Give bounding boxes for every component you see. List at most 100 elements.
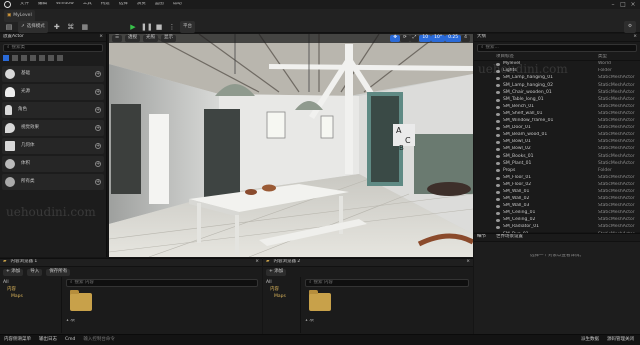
close-icon[interactable]: × bbox=[633, 35, 637, 40]
more-icon[interactable]: ⋮ bbox=[167, 22, 177, 32]
place-item-all-classes[interactable]: 所有类 + bbox=[2, 174, 104, 190]
menu-item-edit[interactable]: 编辑 bbox=[38, 2, 47, 7]
menu-item-build[interactable]: 构建 bbox=[101, 2, 110, 7]
scale-snap-value[interactable]: 0.25 bbox=[445, 35, 462, 42]
outliner-search-input[interactable]: ⌕ 搜索... bbox=[477, 44, 637, 52]
all-classes-icon[interactable] bbox=[57, 55, 63, 61]
add-icon[interactable]: + bbox=[95, 107, 101, 113]
visibility-eye-icon[interactable] bbox=[496, 212, 500, 216]
tree-item[interactable]: Maps bbox=[3, 293, 58, 300]
outliner-row[interactable]: SM_Wall_03 StaticMeshActor bbox=[474, 203, 640, 210]
place-item-volumes[interactable]: 体积 + bbox=[2, 156, 104, 172]
tab-world-settings[interactable]: 世界场景设置 bbox=[496, 235, 523, 240]
search-input[interactable]: ⌕ 搜索类 bbox=[3, 44, 103, 52]
rotation-snap-value[interactable]: 10° bbox=[431, 35, 446, 42]
lights-icon[interactable] bbox=[21, 55, 27, 61]
menu-item-select[interactable]: 选择 bbox=[119, 2, 128, 7]
visibility-eye-icon[interactable] bbox=[496, 119, 500, 123]
source-control-button[interactable]: 源码管理关闭 bbox=[607, 337, 634, 343]
visibility-eye-icon[interactable] bbox=[496, 169, 500, 173]
add-icon[interactable]: + bbox=[95, 143, 101, 149]
output-log-button[interactable]: 输出日志 bbox=[39, 337, 57, 343]
outliner-row[interactable]: SM_Plant_01 StaticMeshActor bbox=[474, 160, 640, 167]
translate-icon[interactable]: ✥ bbox=[390, 35, 400, 42]
visibility-eye-icon[interactable] bbox=[496, 197, 500, 201]
camera-speed-value[interactable]: 4 bbox=[461, 35, 470, 42]
cb1-tab[interactable]: 内容浏览器 1 bbox=[10, 260, 37, 265]
visibility-eye-icon[interactable] bbox=[496, 98, 500, 102]
menu-item-help[interactable]: 帮助 bbox=[173, 2, 182, 7]
outliner-row[interactable]: Props Folder bbox=[474, 167, 640, 174]
menu-item-file[interactable]: 文件 bbox=[20, 2, 29, 7]
visibility-eye-icon[interactable] bbox=[496, 155, 500, 159]
menu-item-actor[interactable]: 演员 bbox=[137, 2, 146, 7]
place-item-basic[interactable]: 基础 + bbox=[2, 66, 104, 82]
tree-item[interactable]: All bbox=[3, 279, 58, 286]
visibility-eye-icon[interactable] bbox=[496, 91, 500, 95]
content-folder-icon[interactable] bbox=[70, 290, 92, 311]
menu-item-window[interactable]: Window bbox=[56, 2, 74, 7]
scale-icon[interactable]: ⤢ bbox=[409, 35, 420, 42]
outliner-row[interactable]: SM_Floor_02 StaticMeshActor bbox=[474, 182, 640, 189]
cb2-search-input[interactable]: ⌕ 搜索 内容 bbox=[305, 279, 469, 287]
menu-item-blueprint[interactable]: 蓝图 bbox=[155, 2, 164, 7]
add-icon[interactable]: + bbox=[95, 71, 101, 77]
outliner-row[interactable]: SM_Radiator_01 StaticMeshActor bbox=[474, 224, 640, 231]
stop-icon[interactable]: ■ bbox=[154, 22, 164, 32]
place-item-geometry[interactable]: 几何体 + bbox=[2, 138, 104, 154]
outliner-row[interactable]: SM_Ceiling_02 StaticMeshActor bbox=[474, 217, 640, 224]
platforms-button[interactable]: 平台 bbox=[180, 21, 195, 33]
visibility-eye-icon[interactable] bbox=[496, 126, 500, 130]
outliner-row[interactable]: SM_Door_01 StaticMeshActor bbox=[474, 125, 640, 132]
settings-button[interactable]: ⚙ bbox=[624, 21, 636, 33]
close-icon[interactable]: × bbox=[255, 260, 259, 265]
visibility-eye-icon[interactable] bbox=[496, 183, 500, 187]
outliner-row[interactable]: SM_Lamp_hanging_01 StaticMeshActor bbox=[474, 75, 640, 82]
minimize-icon[interactable]: – bbox=[608, 0, 618, 9]
add-icon[interactable]: + bbox=[95, 125, 101, 131]
add-icon[interactable]: + bbox=[95, 161, 101, 167]
outliner-row[interactable]: SM_Beam_wood_01 StaticMeshActor bbox=[474, 132, 640, 139]
tree-item[interactable]: All bbox=[266, 279, 297, 286]
place-item-lights[interactable]: 光源 + bbox=[2, 84, 104, 100]
fx-icon[interactable] bbox=[39, 55, 45, 61]
visibility-eye-icon[interactable] bbox=[496, 105, 500, 109]
outliner-row[interactable]: SM_Wall_01 StaticMeshActor bbox=[474, 189, 640, 196]
visibility-eye-icon[interactable] bbox=[496, 77, 500, 81]
cb2-tab[interactable]: 内容浏览器 2 bbox=[273, 260, 300, 265]
lit-button[interactable]: 光照 bbox=[143, 35, 159, 42]
visibility-eye-icon[interactable] bbox=[496, 148, 500, 152]
blueprint-icon[interactable]: ⌘ bbox=[66, 22, 76, 32]
visibility-eye-icon[interactable] bbox=[496, 226, 500, 230]
close-icon[interactable]: × bbox=[628, 0, 638, 9]
visibility-eye-icon[interactable] bbox=[496, 133, 500, 137]
add-icon[interactable]: + bbox=[95, 179, 101, 185]
visibility-eye-icon[interactable] bbox=[496, 84, 500, 88]
outliner-row[interactable]: SM_Table_long_01 StaticMeshActor bbox=[474, 96, 640, 103]
outliner-row[interactable]: SM_Chair_wooden_01 StaticMeshActor bbox=[474, 89, 640, 96]
outliner-row[interactable]: SM_Shelf_wall_01 StaticMeshActor bbox=[474, 111, 640, 118]
shapes-icon[interactable] bbox=[30, 55, 36, 61]
select-mode-button[interactable]: ➚ 选择模式 bbox=[18, 21, 48, 33]
volumes-icon[interactable] bbox=[48, 55, 54, 61]
close-icon[interactable]: × bbox=[99, 35, 103, 40]
pause-icon[interactable]: ❚❚ bbox=[141, 22, 153, 32]
outliner-row[interactable]: SM_Bowl_01 StaticMeshActor bbox=[474, 139, 640, 146]
add-icon[interactable]: + bbox=[95, 89, 101, 95]
outliner-row[interactable]: SM_Window_frame_01 StaticMeshActor bbox=[474, 118, 640, 125]
visibility-eye-icon[interactable] bbox=[496, 141, 500, 145]
outliner-row[interactable]: SM_Floor_01 StaticMeshActor bbox=[474, 175, 640, 182]
cmd-dropdown[interactable]: Cmd bbox=[65, 337, 75, 343]
console-input[interactable]: 输入控制台命令 bbox=[83, 337, 203, 343]
outliner-row[interactable]: SM_Bench_01 StaticMeshActor bbox=[474, 104, 640, 111]
visibility-eye-icon[interactable] bbox=[496, 112, 500, 116]
add-button[interactable]: + 添加 bbox=[3, 268, 24, 276]
add-content-icon[interactable]: ✚ bbox=[52, 22, 62, 32]
play-icon[interactable]: ▶ bbox=[128, 22, 138, 32]
visibility-eye-icon[interactable] bbox=[496, 176, 500, 180]
tree-item[interactable]: Maps bbox=[266, 293, 297, 300]
rotate-icon[interactable]: ⟳ bbox=[399, 35, 410, 42]
visibility-eye-icon[interactable] bbox=[496, 162, 500, 166]
visibility-eye-icon[interactable] bbox=[496, 219, 500, 223]
tree-item[interactable]: 内容 bbox=[3, 286, 58, 293]
